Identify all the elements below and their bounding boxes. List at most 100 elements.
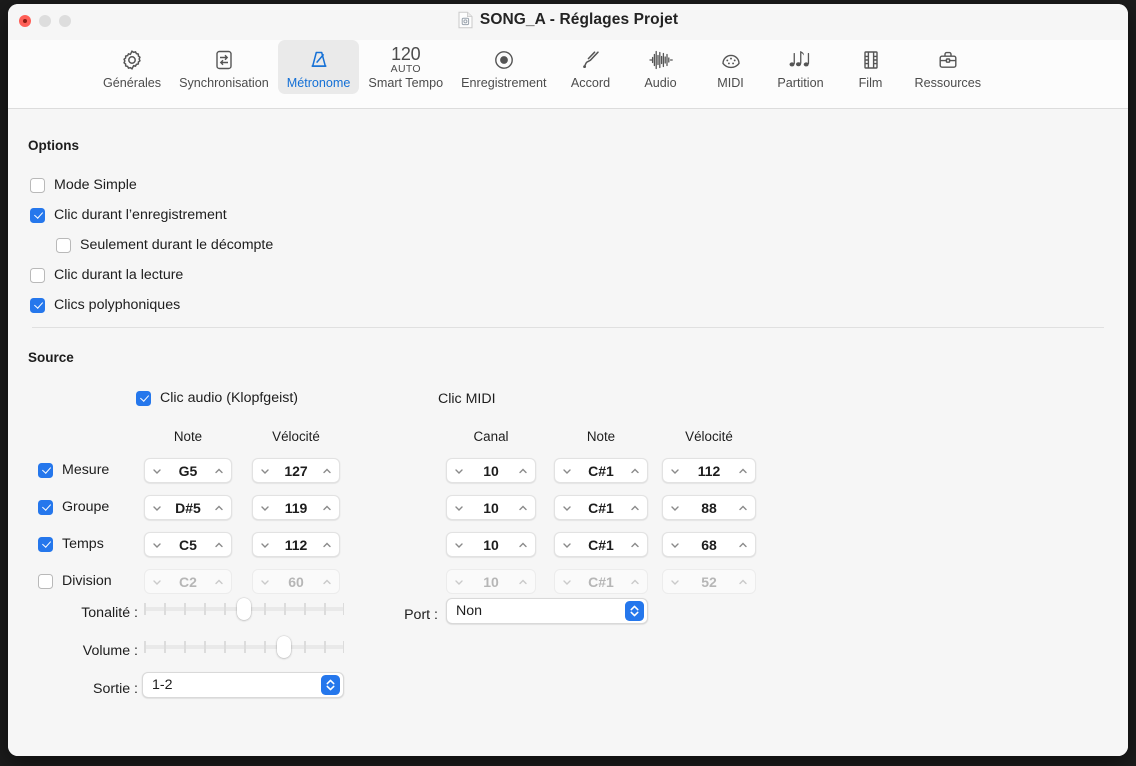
stepper-groupe-audio-note[interactable]: D#5: [144, 495, 232, 520]
tonalite-label: Tonalité :: [81, 605, 138, 621]
chevron-down-icon: [563, 505, 571, 511]
checkbox-box[interactable]: [38, 499, 53, 515]
checkbox-temps[interactable]: Temps: [38, 536, 104, 552]
stepper-groupe-midi-note[interactable]: C#1: [554, 495, 648, 520]
chevron-down-icon: [671, 579, 679, 585]
port-value: Non: [456, 603, 483, 619]
tab-enregistrement[interactable]: Enregistrement: [452, 40, 555, 94]
chevron-down-icon: [261, 505, 269, 511]
checkbox-box[interactable]: [38, 536, 53, 552]
waveform-icon: [648, 45, 674, 75]
checkbox-box[interactable]: [38, 462, 53, 478]
checkbox-seulement-durant-decompte[interactable]: Seulement durant le décompte: [56, 237, 273, 253]
tab-ressources[interactable]: Ressources: [906, 40, 991, 94]
checkbox-box[interactable]: [136, 390, 151, 406]
stepper-value: 10: [483, 536, 499, 553]
stepper-mesure-midi-velocity[interactable]: 112: [662, 458, 756, 483]
chevron-up-icon: [631, 542, 639, 547]
tab-label: Métronome: [286, 76, 351, 90]
slider-tick: [342, 641, 344, 653]
stepper-mesure-midi-channel[interactable]: 10: [446, 458, 536, 483]
midi-connector-icon: [719, 45, 743, 75]
header-audio-note: Note: [173, 429, 203, 444]
stepper-mesure-audio-note[interactable]: G5: [144, 458, 232, 483]
stepper-groupe-audio-velocity[interactable]: 119: [252, 495, 340, 520]
logic-document-icon: [458, 11, 473, 29]
stepper-division-midi-note: C#1: [554, 569, 648, 594]
stepper-value: C#1: [588, 573, 614, 590]
checkbox-groupe[interactable]: Groupe: [38, 499, 109, 515]
tab-metronome[interactable]: Métronome: [277, 40, 360, 94]
checkbox-box[interactable]: [38, 573, 53, 589]
tab-audio[interactable]: Audio: [626, 40, 696, 94]
checkbox-clics-polyphoniques[interactable]: Clics polyphoniques: [30, 297, 273, 313]
stepper-temps-midi-velocity[interactable]: 68: [662, 532, 756, 557]
volume-slider[interactable]: [144, 634, 344, 660]
checkbox-clic-durant-enregistrement[interactable]: Clic durant l’enregistrement: [30, 207, 273, 223]
tab-generales[interactable]: Générales: [94, 40, 170, 94]
titlebar: SONG_A - Réglages Projet: [8, 4, 1128, 40]
stepper-temps-midi-channel[interactable]: 10: [446, 532, 536, 557]
stepper-temps-audio-note[interactable]: C5: [144, 532, 232, 557]
sortie-popup-button[interactable]: 1-2: [142, 672, 344, 698]
header-audio-velocity-wrap: Vélocité: [252, 429, 340, 444]
sortie-value: 1-2: [152, 677, 173, 693]
header-midi-velocity: Vélocité: [685, 429, 733, 444]
checkbox-box[interactable]: [30, 207, 45, 223]
checkbox-clic-audio[interactable]: Clic audio (Klopfgeist): [136, 390, 298, 406]
checkbox-division[interactable]: Division: [38, 573, 112, 589]
slider-thumb[interactable]: [277, 636, 291, 658]
stepper-groupe-midi-channel[interactable]: 10: [446, 495, 536, 520]
checkbox-label: Seulement durant le décompte: [80, 237, 274, 253]
tuning-fork-icon: [579, 45, 603, 75]
chevron-up-down-icon: [625, 601, 644, 621]
chevron-down-icon: [563, 468, 571, 474]
slider-tick: [304, 603, 306, 615]
tab-midi[interactable]: MIDI: [696, 40, 766, 94]
options-section-title-wrap: Options: [28, 137, 79, 155]
chevron-up-icon: [323, 579, 331, 584]
film-strip-icon: [859, 45, 883, 75]
tab-partition[interactable]: Partition: [766, 40, 836, 94]
stepper-temps-midi-note[interactable]: C#1: [554, 532, 648, 557]
header-midi-channel-wrap: Canal: [446, 429, 536, 444]
tab-accord[interactable]: Accord: [556, 40, 626, 94]
stepper-value: 52: [701, 573, 717, 590]
stepper-value: 68: [701, 536, 717, 553]
slider-thumb[interactable]: [237, 598, 251, 620]
port-popup-button[interactable]: Non: [446, 598, 648, 624]
tab-label: Ressources: [914, 76, 982, 90]
chevron-down-icon: [261, 468, 269, 474]
slider-tick: [342, 603, 344, 615]
tab-synchronisation[interactable]: Synchronisation: [170, 40, 278, 94]
tab-label: Smart Tempo: [368, 76, 444, 90]
tab-smart-tempo[interactable]: 120 AUTO Smart Tempo: [359, 40, 452, 94]
header-midi-note-wrap: Note: [554, 429, 648, 444]
tonalite-slider[interactable]: [144, 596, 344, 622]
row-label: Mesure: [62, 462, 110, 478]
stepper-division-audio-note: C2: [144, 569, 232, 594]
stepper-value: 127: [284, 462, 308, 479]
stepper-value: 60: [288, 573, 304, 590]
checkbox-box[interactable]: [30, 177, 45, 193]
chevron-down-icon: [671, 505, 679, 511]
stepper-groupe-midi-velocity[interactable]: 88: [662, 495, 756, 520]
chevron-up-icon: [323, 468, 331, 473]
slider-tick: [204, 603, 206, 615]
stepper-mesure-midi-note[interactable]: C#1: [554, 458, 648, 483]
checkbox-label: Clic durant l’enregistrement: [54, 207, 227, 223]
checkbox-box[interactable]: [30, 297, 45, 313]
tab-label: Enregistrement: [461, 76, 547, 90]
tab-film[interactable]: Film: [836, 40, 906, 94]
checkbox-box[interactable]: [30, 267, 45, 283]
chevron-up-icon: [739, 468, 747, 473]
checkbox-box[interactable]: [56, 237, 71, 253]
header-midi-channel: Canal: [473, 429, 509, 444]
checkbox-clic-durant-lecture[interactable]: Clic durant la lecture: [30, 267, 273, 283]
stepper-mesure-audio-velocity[interactable]: 127: [252, 458, 340, 483]
music-notes-icon: [788, 45, 814, 75]
chevron-down-icon: [671, 468, 679, 474]
stepper-temps-audio-velocity[interactable]: 112: [252, 532, 340, 557]
checkbox-mesure[interactable]: Mesure: [38, 462, 109, 478]
checkbox-mode-simple[interactable]: Mode Simple: [30, 177, 273, 193]
